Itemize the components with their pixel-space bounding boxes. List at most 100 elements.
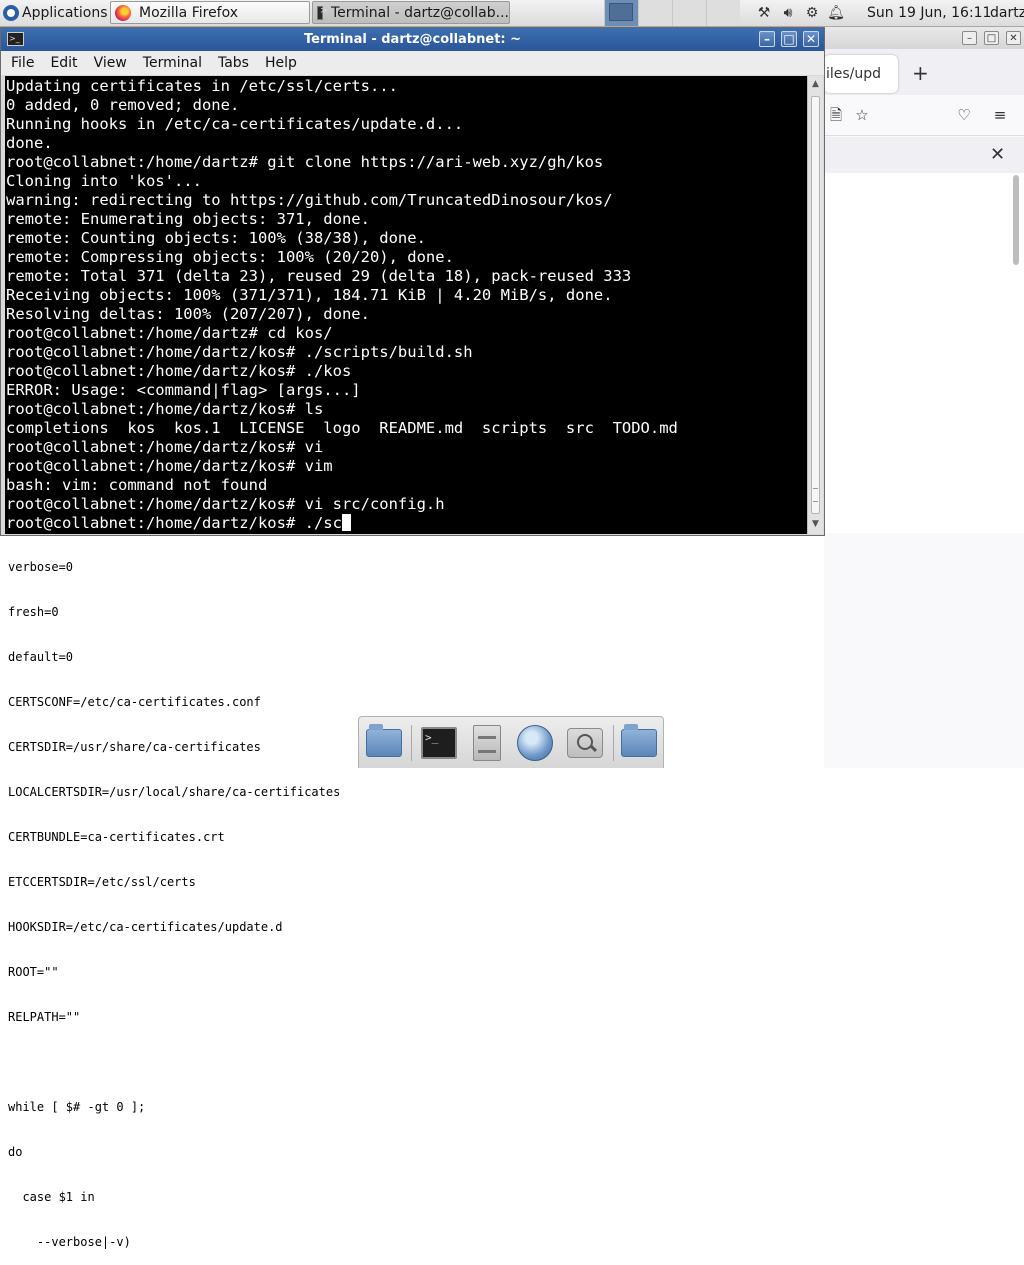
- minimize-button[interactable]: –: [759, 31, 775, 47]
- dock-separator: [613, 725, 614, 761]
- terminal-icon: [317, 5, 327, 20]
- terminal-prompt-line[interactable]: root@collabnet:/home/dartz/kos# ./sc: [6, 514, 807, 533]
- terminal-line: remote: Counting objects: 100% (38/38), …: [6, 229, 426, 247]
- doc-line: LOCALCERTSDIR=/usr/local/share/ca-certif…: [8, 785, 341, 799]
- menu-file[interactable]: File: [1, 55, 42, 71]
- terminal-line: warning: redirecting to https://github.c…: [6, 191, 613, 209]
- terminal-title: Terminal - dartz@collabnet: ~: [303, 32, 522, 47]
- dock-home-folder[interactable]: [364, 723, 404, 763]
- network-tool-icon[interactable]: ⚒: [755, 4, 773, 22]
- dock-separator: [411, 725, 412, 761]
- menu-tabs[interactable]: Tabs: [210, 55, 257, 71]
- menu-terminal[interactable]: Terminal: [135, 55, 210, 71]
- firefox-findbar: ✕: [824, 137, 1024, 174]
- firefox-titlebar: – □ ✕: [824, 27, 1024, 49]
- terminal-line: bash: vim: command not found: [6, 476, 268, 494]
- dock-terminal[interactable]: >_: [419, 723, 459, 763]
- scroll-up-arrow-icon[interactable]: ▲: [809, 78, 822, 91]
- terminal-line: root@collabnet:/home/dartz/kos# ./script…: [6, 343, 473, 361]
- scrollbar-thumb[interactable]: [811, 96, 820, 514]
- scrollbar-grip: [813, 488, 818, 502]
- close-button[interactable]: ✕: [1006, 31, 1021, 45]
- maximize-button[interactable]: □: [984, 31, 999, 45]
- terminal-titlebar[interactable]: Terminal - dartz@collabnet: ~ – □ ✕: [1, 28, 824, 51]
- terminal-window: Terminal - dartz@collabnet: ~ – □ ✕ File…: [0, 27, 825, 536]
- dock-folder[interactable]: [619, 723, 659, 763]
- doc-line: HOOKSDIR=/etc/ca-certificates/update.d: [8, 920, 283, 934]
- notification-bell-icon[interactable]: 🔔︎: [827, 4, 845, 22]
- applications-menu[interactable]: Applications: [0, 0, 108, 26]
- taskbar-item-firefox[interactable]: Mozilla Firefox: [110, 1, 310, 24]
- doc-line: CERTBUNDLE=ca-certificates.crt: [8, 830, 225, 844]
- doc-line: while [ $# -gt 0 ];: [8, 1100, 146, 1114]
- doc-line: --verbose|-v): [8, 1235, 131, 1249]
- doc-line: default=0: [8, 650, 74, 664]
- doc-line: CERTSCONF=/etc/ca-certificates.conf: [8, 695, 261, 709]
- home-folder-icon: [366, 724, 402, 757]
- terminal-line: remote: Enumerating objects: 371, done.: [6, 210, 370, 228]
- taskbar-item-label: Terminal - dartz@collab...: [330, 4, 509, 21]
- terminal-line: root@collabnet:/home/dartz# cd kos/: [6, 324, 333, 342]
- dock-file-manager[interactable]: [467, 723, 507, 763]
- doc-line: ETCCERTSDIR=/etc/ssl/certs: [8, 875, 196, 889]
- terminal-line: root@collabnet:/home/dartz/kos# ./kos: [6, 362, 352, 380]
- firefox-scrollbar[interactable]: [1013, 175, 1019, 265]
- terminal-line: root@collabnet:/home/dartz/kos# ls: [6, 400, 324, 418]
- terminal-line: remote: Total 371 (delta 23), reused 29 …: [6, 267, 632, 285]
- menu-view[interactable]: View: [86, 55, 135, 71]
- firefox-tab[interactable]: iles/upd: [824, 55, 898, 93]
- dock-app-finder[interactable]: [565, 723, 605, 763]
- terminal-app-icon: [7, 32, 24, 46]
- firefox-tabbar: iles/upd +: [824, 49, 1024, 95]
- hamburger-menu-icon[interactable]: ≡: [990, 105, 1010, 125]
- file-cabinet-icon: [473, 725, 501, 761]
- system-tray: ⚒ 🔊︎ ⚙ 🔔︎: [755, 3, 845, 23]
- background-document-text: verbose=0 fresh=0 default=0 CERTSCONF=/e…: [8, 530, 823, 1265]
- top-panel: Applications Mozilla Firefox Terminal - …: [0, 0, 1024, 27]
- minimize-button[interactable]: –: [962, 31, 977, 45]
- doc-line: verbose=0: [8, 560, 74, 574]
- bookmark-star-icon[interactable]: ☆: [852, 105, 872, 125]
- terminal-line: Cloning into 'kos'...: [6, 172, 202, 190]
- workspace-1[interactable]: [604, 0, 638, 26]
- scroll-down-arrow-icon[interactable]: ▼: [809, 518, 822, 531]
- firefox-icon: [115, 4, 131, 21]
- terminal-line: remote: Compressing objects: 100% (20/20…: [6, 248, 454, 266]
- terminal-current-input: root@collabnet:/home/dartz/kos# ./sc: [6, 514, 342, 532]
- text-cursor: [341, 514, 351, 531]
- terminal-line: Resolving deltas: 100% (207/207), done.: [6, 305, 370, 323]
- reader-view-icon[interactable]: 🗎︎: [826, 105, 846, 125]
- terminal-line: completions kos kos.1 LICENSE logo READM…: [6, 419, 678, 437]
- menu-edit[interactable]: Edit: [42, 55, 85, 71]
- user-menu[interactable]: dartz: [990, 0, 1024, 26]
- close-icon[interactable]: ✕: [990, 144, 1005, 165]
- web-browser-globe-icon: [517, 725, 553, 761]
- terminal-line: Receiving objects: 100% (371/371), 184.7…: [6, 286, 613, 304]
- taskbar-item-terminal[interactable]: Terminal - dartz@collab...: [312, 1, 510, 24]
- clock[interactable]: Sun 19 Jun, 16:11: [867, 0, 991, 26]
- close-button[interactable]: ✕: [803, 31, 819, 47]
- terminal-scrollbar[interactable]: ▲ ▼: [807, 76, 823, 534]
- volume-icon[interactable]: 🔊︎: [779, 4, 797, 22]
- pocket-icon[interactable]: ♡: [954, 105, 974, 125]
- terminal-output[interactable]: Updating certificates in /etc/ssl/certs.…: [5, 76, 807, 534]
- new-tab-plus-icon[interactable]: +: [912, 61, 929, 85]
- firefox-toolbar: 🗎︎ ☆ ♡ ≡: [824, 95, 1024, 136]
- workspace-switcher: [604, 0, 740, 26]
- taskbar-item-label: Mozilla Firefox: [139, 4, 239, 21]
- workspace-3[interactable]: [672, 0, 706, 26]
- terminal-line: root@collabnet:/home/dartz/kos# vi src/c…: [6, 495, 445, 513]
- workspace-4[interactable]: [706, 0, 740, 26]
- maximize-button[interactable]: □: [781, 31, 797, 47]
- workspace-2[interactable]: [638, 0, 672, 26]
- menu-help[interactable]: Help: [257, 55, 305, 71]
- terminal-line: root@collabnet:/home/dartz/kos# vi: [6, 438, 324, 456]
- terminal-line: 0 added, 0 removed; done.: [6, 96, 240, 114]
- terminal-icon: >_: [421, 727, 457, 759]
- doc-line: fresh=0: [8, 605, 59, 619]
- terminal-line: Running hooks in /etc/ca-certificates/up…: [6, 115, 464, 133]
- doc-line: ROOT="": [8, 965, 59, 979]
- terminal-line: ERROR: Usage: <command|flag> [args...]: [6, 381, 361, 399]
- dock-web-browser[interactable]: [515, 723, 555, 763]
- settings-gear-icon[interactable]: ⚙: [803, 4, 821, 22]
